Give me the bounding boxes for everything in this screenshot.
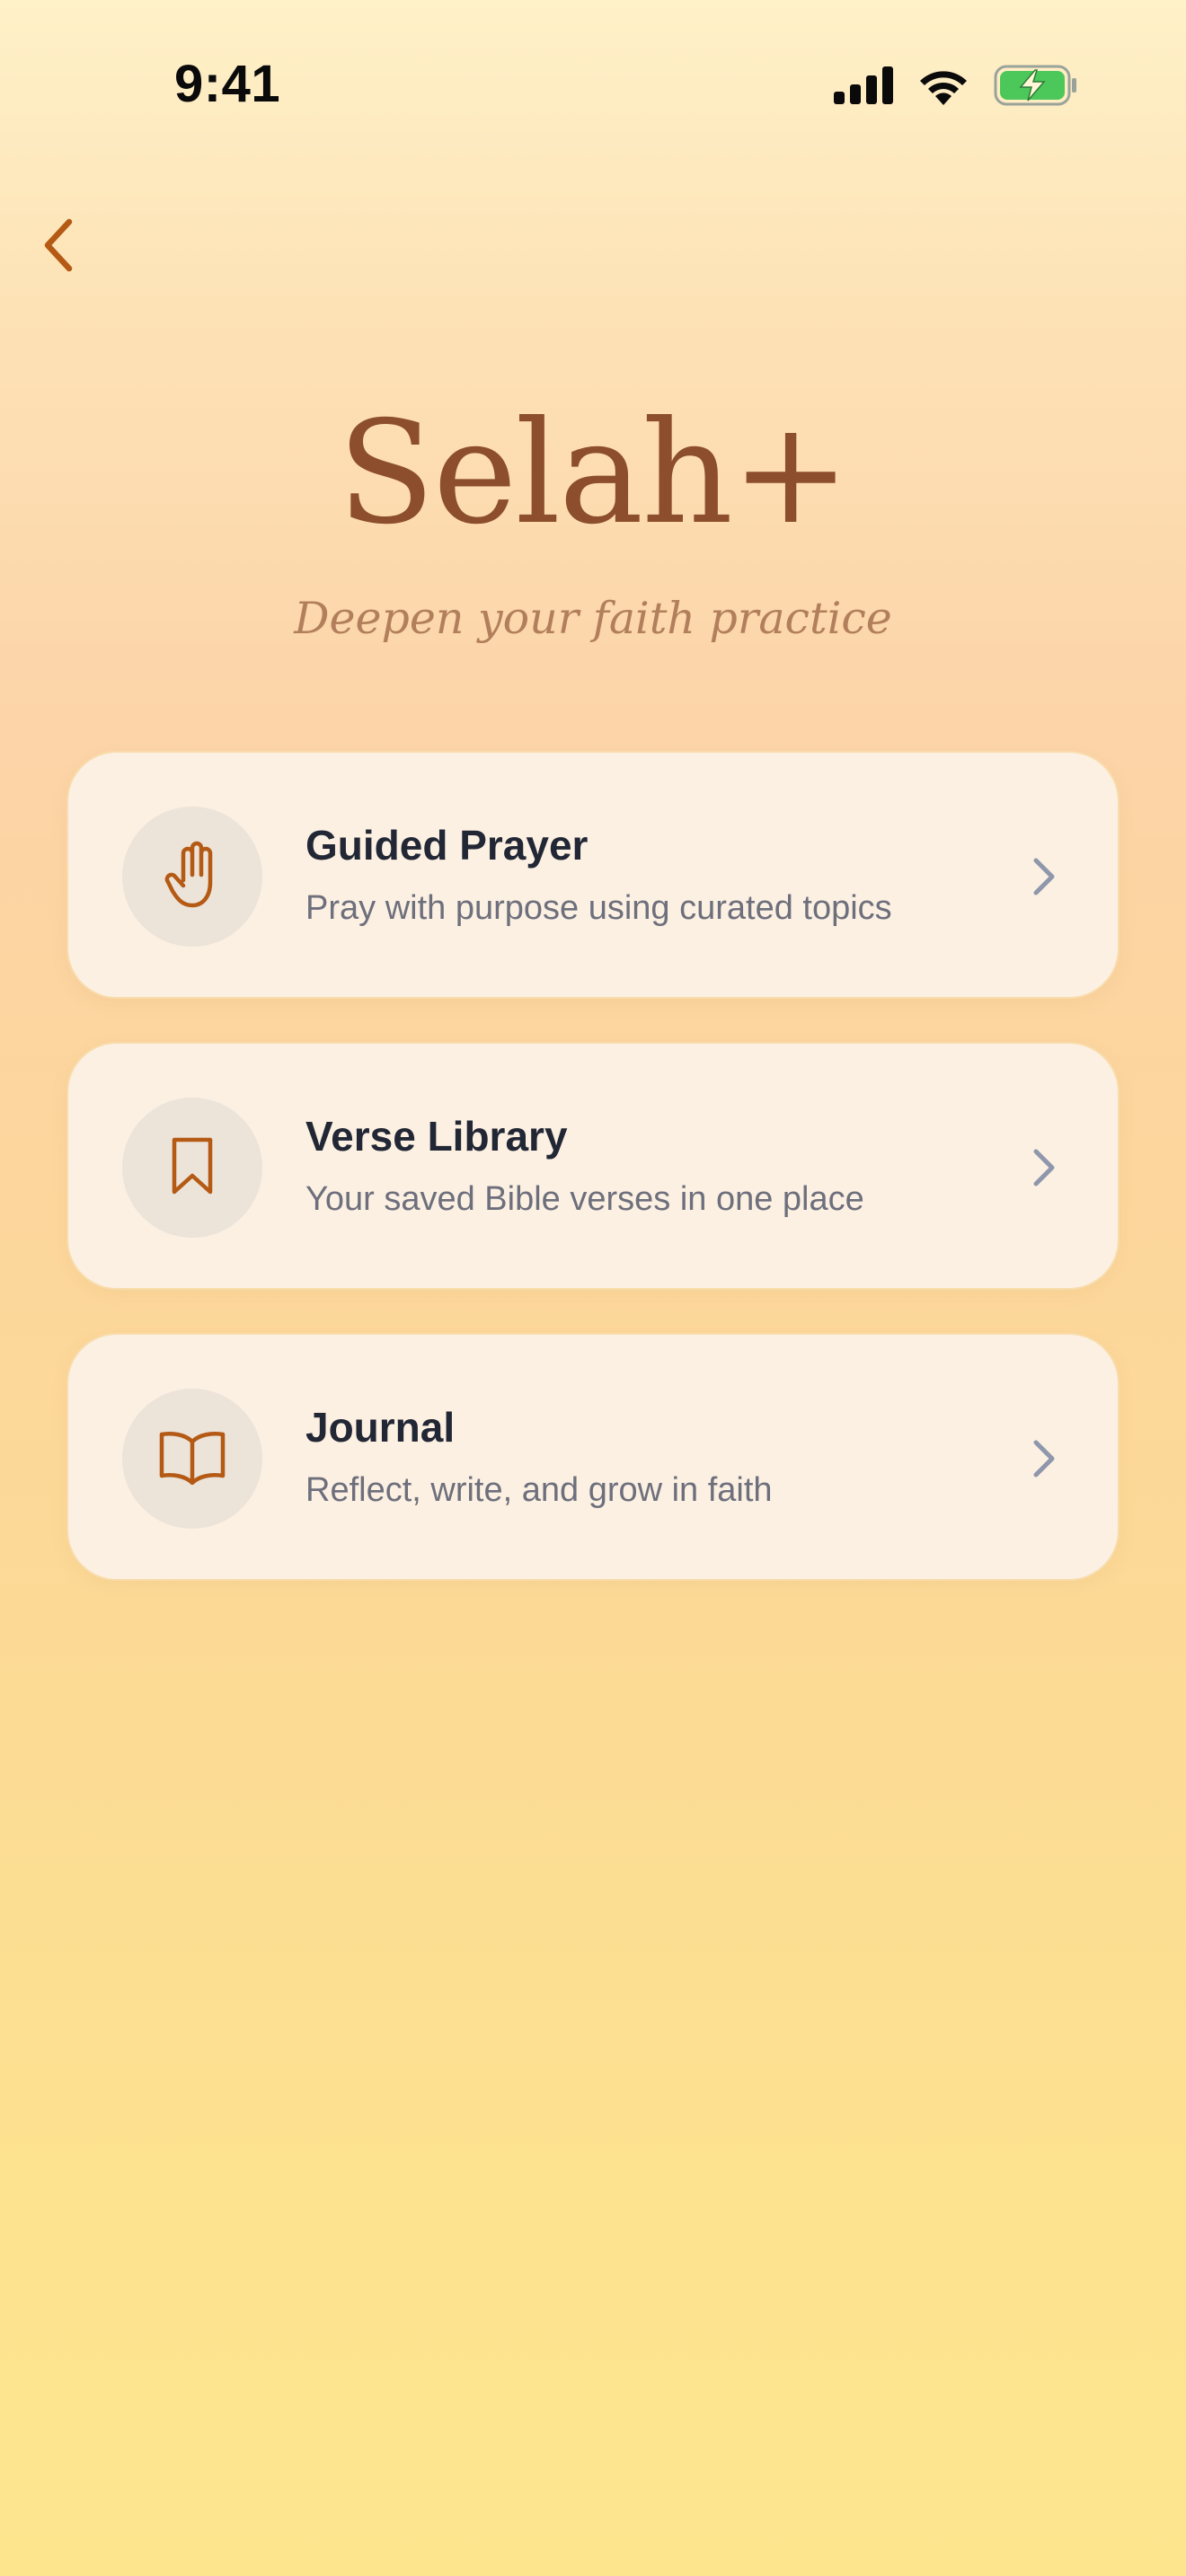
card-title: Journal: [305, 1404, 456, 1451]
card-icon-circle: [122, 1389, 262, 1529]
card-icon-circle: [122, 807, 262, 947]
chevron-right-icon: [1030, 1144, 1058, 1191]
battery-charging-icon: [994, 65, 1078, 110]
screen: 9:41 Selah+ Deepen your faith practice G…: [0, 0, 1186, 2576]
chevron-right-icon: [1030, 1435, 1058, 1482]
wifi-icon: [916, 66, 970, 110]
card-description: Your saved Bible verses in one place: [305, 1180, 864, 1218]
card-icon-circle: [122, 1098, 262, 1238]
card-description: Pray with purpose using curated topics: [305, 889, 892, 927]
menu-card-guided-prayer[interactable]: Guided Prayer Pray with purpose using cu…: [66, 751, 1120, 999]
cellular-signal-icon: [834, 66, 893, 109]
chevron-left-icon: [42, 218, 75, 277]
bookmark-icon: [169, 1134, 216, 1202]
back-button[interactable]: [27, 208, 90, 286]
menu-card-journal[interactable]: Journal Reflect, write, and grow in fait…: [66, 1333, 1120, 1581]
status-time: 9:41: [174, 55, 281, 113]
card-title: Verse Library: [305, 1113, 568, 1160]
card-description: Reflect, write, and grow in faith: [305, 1471, 773, 1509]
chevron-right-icon: [1030, 853, 1058, 900]
app-subtitle: Deepen your faith practice: [294, 593, 892, 644]
card-title: Guided Prayer: [305, 822, 589, 869]
open-book-icon: [158, 1429, 226, 1489]
hand-icon: [164, 841, 221, 913]
status-icons: [834, 65, 1078, 110]
menu-card-verse-library[interactable]: Verse Library Your saved Bible verses in…: [66, 1042, 1120, 1290]
app-title: Selah+: [337, 391, 851, 556]
